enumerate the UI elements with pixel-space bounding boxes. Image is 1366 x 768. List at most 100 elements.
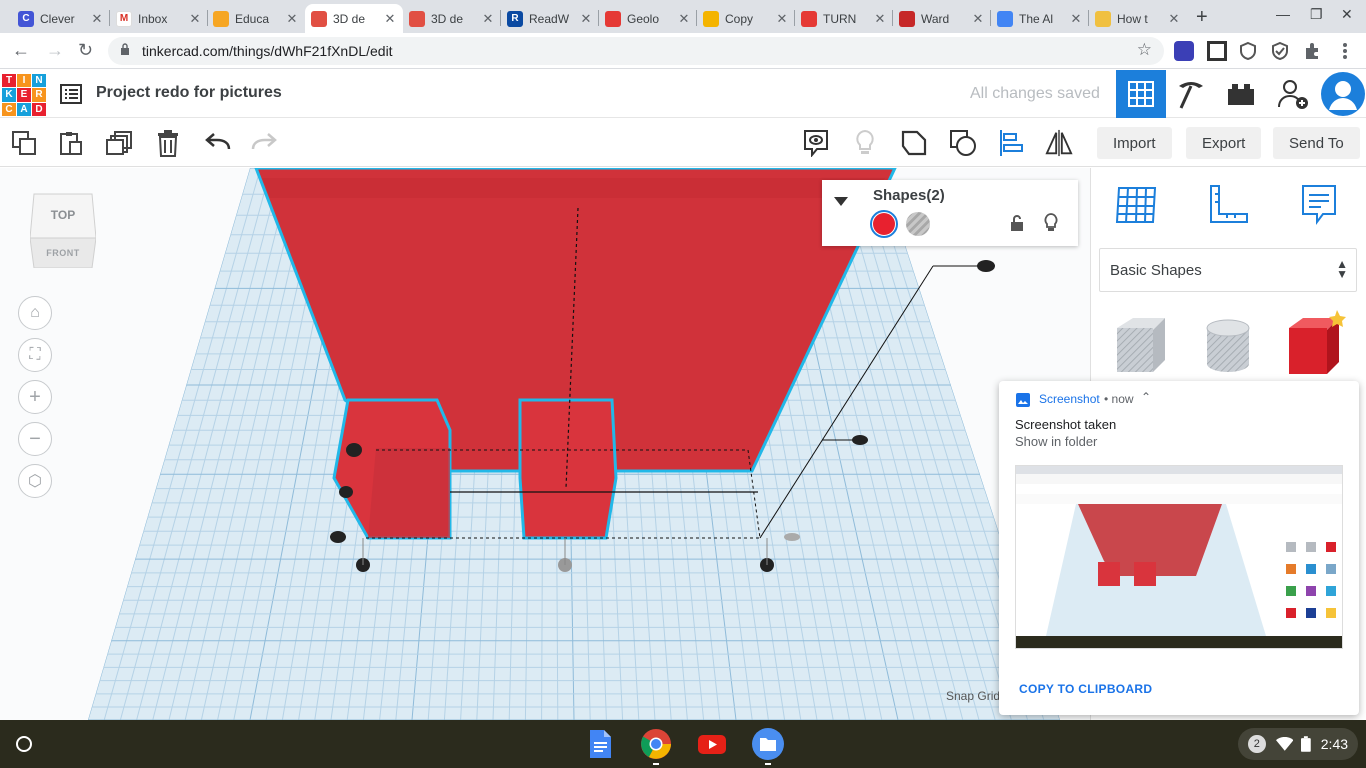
blocks-view-button[interactable] bbox=[1166, 70, 1216, 118]
tinkercad-logo[interactable]: TIN KER CAD bbox=[2, 74, 46, 116]
redo-button[interactable] bbox=[250, 129, 278, 157]
copy-to-clipboard-button[interactable]: COPY TO CLIPBOARD bbox=[1019, 682, 1152, 696]
shield-check-icon[interactable] bbox=[1270, 41, 1290, 61]
tab-close-icon[interactable]: ✕ bbox=[481, 11, 495, 27]
browser-tab[interactable]: Educa ✕ bbox=[207, 4, 305, 33]
paste-button[interactable] bbox=[57, 129, 85, 157]
import-button[interactable]: Import bbox=[1097, 127, 1172, 159]
ruler-tool-button[interactable] bbox=[1207, 182, 1251, 231]
delete-button[interactable] bbox=[154, 129, 182, 157]
minimize-icon[interactable]: — bbox=[1276, 6, 1290, 22]
show-in-folder-link[interactable]: Show in folder bbox=[1015, 434, 1097, 449]
tab-close-icon[interactable]: ✕ bbox=[775, 11, 789, 27]
hint-button[interactable] bbox=[851, 129, 879, 157]
hide-button[interactable] bbox=[1044, 213, 1058, 238]
google-docs-app[interactable] bbox=[584, 728, 616, 760]
snap-grid-label[interactable]: Snap Grid bbox=[946, 689, 1000, 703]
tab-close-icon[interactable]: ✕ bbox=[579, 11, 593, 27]
tab-close-icon[interactable]: ✕ bbox=[677, 11, 691, 27]
hole-button[interactable] bbox=[906, 212, 930, 236]
rotate-handle[interactable] bbox=[784, 533, 800, 541]
project-title[interactable]: Project redo for pictures bbox=[96, 84, 282, 102]
invite-user-button[interactable] bbox=[1268, 70, 1318, 118]
browser-tab[interactable]: TURN ✕ bbox=[795, 4, 893, 33]
address-bar[interactable]: tinkercad.com/things/dWhF21fXnDL/edit ☆ bbox=[108, 37, 1164, 65]
workplane-canvas[interactable]: TOP FRONT ⌂ ⛶ + − ⬡ Shapes(2) Snap Grid bbox=[0, 168, 1090, 720]
tab-close-icon[interactable]: ✕ bbox=[1167, 11, 1181, 27]
fit-view-button[interactable]: ⛶ bbox=[18, 338, 52, 372]
bricks-view-button[interactable] bbox=[1216, 70, 1266, 118]
clever-extension-icon[interactable] bbox=[1174, 41, 1194, 61]
browser-tab[interactable]: Geolo ✕ bbox=[599, 4, 697, 33]
forward-icon[interactable]: → bbox=[46, 40, 64, 61]
shield-icon[interactable] bbox=[1238, 41, 1258, 61]
browser-tab[interactable]: 3D de ✕ bbox=[305, 4, 403, 33]
side-handle[interactable] bbox=[339, 486, 353, 498]
collapse-inspector-button[interactable] bbox=[834, 194, 848, 212]
browser-tab[interactable]: R ReadW ✕ bbox=[501, 4, 599, 33]
tab-close-icon[interactable]: ✕ bbox=[90, 11, 104, 27]
group-button[interactable] bbox=[900, 129, 928, 157]
mirror-button[interactable] bbox=[1045, 129, 1073, 157]
extensions-puzzle-icon[interactable] bbox=[1302, 41, 1322, 61]
chrome-app[interactable] bbox=[640, 728, 672, 765]
tab-close-icon[interactable]: ✕ bbox=[971, 11, 985, 27]
menu-dots-icon[interactable] bbox=[1334, 40, 1356, 62]
screenshot-thumbnail[interactable] bbox=[1015, 465, 1343, 649]
tab-close-icon[interactable]: ✕ bbox=[1069, 11, 1083, 27]
duplicate-button[interactable] bbox=[106, 129, 134, 157]
browser-tab[interactable]: 3D de ✕ bbox=[403, 4, 501, 33]
align-button[interactable] bbox=[997, 129, 1025, 157]
red-box-shape[interactable] bbox=[1287, 310, 1347, 381]
system-tray[interactable]: 2 2:43 bbox=[1238, 728, 1358, 760]
youtube-app[interactable] bbox=[696, 728, 728, 760]
browser-tab[interactable]: Ward ✕ bbox=[893, 4, 991, 33]
zoom-in-button[interactable]: + bbox=[18, 380, 52, 414]
tab-close-icon[interactable]: ✕ bbox=[285, 11, 299, 27]
workplane-tool-button[interactable] bbox=[1115, 182, 1159, 231]
bookmark-star-icon[interactable]: ☆ bbox=[1137, 40, 1152, 60]
browser-tab[interactable]: The Al ✕ bbox=[991, 4, 1089, 33]
send-to-button[interactable]: Send To bbox=[1273, 127, 1360, 159]
new-tab-button[interactable]: + bbox=[1196, 6, 1208, 29]
screenshot-notification[interactable]: Screenshot • now ⌃ Screenshot taken Show… bbox=[999, 381, 1359, 715]
undo-button[interactable] bbox=[204, 129, 232, 157]
middle-box-shape[interactable] bbox=[518, 398, 618, 540]
box-hole-shape[interactable] bbox=[1113, 316, 1169, 381]
avatar[interactable] bbox=[1318, 70, 1366, 118]
restore-icon[interactable]: ❐ bbox=[1310, 6, 1323, 23]
browser-tab[interactable]: Copy ✕ bbox=[697, 4, 795, 33]
view-cube[interactable]: TOP FRONT bbox=[29, 192, 97, 269]
close-window-icon[interactable]: ✕ bbox=[1341, 6, 1353, 23]
home-view-button[interactable]: ⌂ bbox=[18, 296, 52, 330]
cylinder-hole-shape[interactable] bbox=[1203, 318, 1253, 379]
shape-category-select[interactable]: Basic Shapes ▲ ▼ bbox=[1099, 248, 1357, 292]
solid-color-button[interactable] bbox=[870, 210, 898, 238]
rotate-handle-right[interactable] bbox=[852, 435, 868, 445]
perspective-button[interactable]: ⬡ bbox=[18, 464, 52, 498]
3d-design-view-button[interactable] bbox=[1116, 70, 1166, 118]
files-app[interactable] bbox=[752, 728, 784, 765]
notes-button[interactable] bbox=[802, 129, 830, 157]
reload-icon[interactable]: ↻ bbox=[78, 40, 93, 61]
lock-button[interactable] bbox=[1010, 214, 1024, 237]
design-list-icon[interactable] bbox=[60, 84, 82, 104]
tab-close-icon[interactable]: ✕ bbox=[873, 11, 887, 27]
ungroup-button[interactable] bbox=[949, 129, 977, 157]
browser-tab[interactable]: C Clever ✕ bbox=[12, 4, 110, 33]
browser-tab[interactable]: M Inbox ✕ bbox=[110, 4, 208, 33]
browser-tab[interactable]: How t ✕ bbox=[1089, 4, 1187, 33]
tab-close-icon[interactable]: ✕ bbox=[188, 11, 202, 27]
notes-tool-button[interactable] bbox=[1299, 182, 1339, 231]
launcher-icon[interactable] bbox=[16, 736, 32, 752]
qr-code-icon[interactable] bbox=[1207, 41, 1227, 61]
corner-handle[interactable] bbox=[346, 443, 362, 457]
export-button[interactable]: Export bbox=[1186, 127, 1262, 159]
height-handle[interactable] bbox=[977, 260, 995, 272]
tab-close-icon[interactable]: ✕ bbox=[383, 11, 397, 27]
expand-chevron-icon[interactable]: ⌃ bbox=[1141, 390, 1151, 404]
zoom-out-button[interactable]: − bbox=[18, 422, 52, 456]
copy-button[interactable] bbox=[10, 129, 38, 157]
corner-handle[interactable] bbox=[330, 531, 346, 543]
back-icon[interactable]: ← bbox=[12, 40, 30, 61]
